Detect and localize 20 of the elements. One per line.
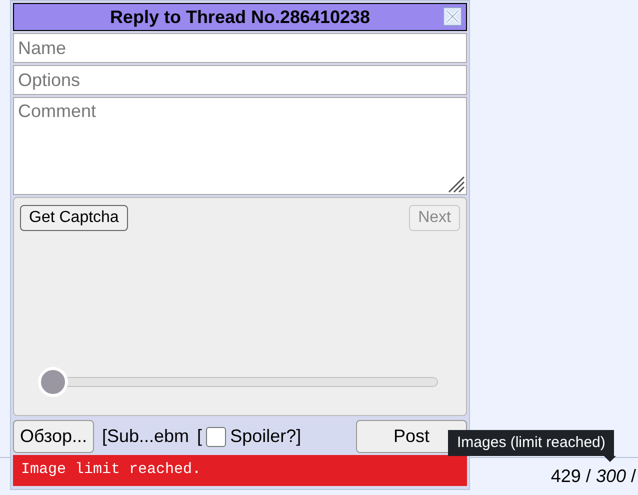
file-name: [Sub...ebm [102,425,190,448]
tooltip: Images (limit reached) [448,430,614,456]
image-count: 300 [596,465,626,488]
form-title: Reply to Thread No.286410238 [110,6,370,29]
get-captcha-button[interactable]: Get Captcha [20,205,128,231]
close-button[interactable] [443,7,462,26]
error-message: Image limit reached. [21,460,202,480]
bracket: [ [197,425,202,448]
reply-count: 429 [550,465,581,488]
text-field[interactable]: Options [13,65,467,95]
comment-field[interactable]: Comment [13,97,467,195]
text-field[interactable]: Name [13,33,467,63]
spoiler-checkbox[interactable] [206,426,226,446]
close-icon [445,9,460,24]
slider-thumb[interactable] [38,367,68,397]
separator: / [586,465,591,488]
spoiler-label: Spoiler?] [230,425,302,448]
separator: / [630,465,636,488]
browse-button[interactable]: Обзор... [13,420,94,453]
tooltip-pointer-icon [604,456,616,462]
